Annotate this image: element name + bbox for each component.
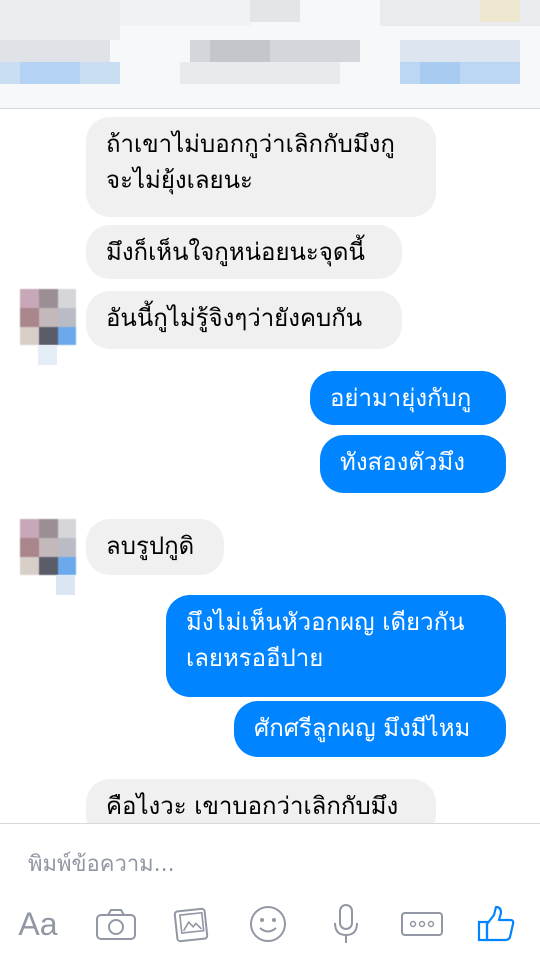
aa-label: Aa (18, 905, 58, 942)
emoji-button[interactable] (238, 896, 298, 952)
message-sent[interactable]: อย่ามายุ่งกับกู (310, 371, 506, 425)
message-sent[interactable]: ทังสองตัวมึง (320, 435, 506, 493)
composer-toolbar: Aa (0, 896, 540, 956)
microphone-icon (334, 904, 358, 943)
conversation-header-blurred (0, 0, 540, 109)
message-received[interactable]: ลบรูปกูดิ (86, 519, 224, 575)
avatar-pixel (56, 575, 75, 595)
message-received[interactable]: มึงก็เห็นใจกูหน่อยนะจุดนี้ (86, 225, 402, 279)
photo-button[interactable] (162, 896, 222, 952)
contact-avatar-blurred[interactable] (20, 519, 76, 575)
emoji-icon (250, 906, 286, 942)
thumbs-up-icon (477, 905, 515, 942)
microphone-button[interactable] (316, 896, 376, 952)
message-received[interactable]: อันนี้กูไม่รู้จิงๆว่ายังคบกัน (86, 291, 402, 349)
message-received[interactable]: คือไงวะ เขาบอกว่าเลิกกับมึง (86, 779, 436, 823)
contact-avatar-blurred[interactable] (20, 289, 76, 345)
aa-button[interactable]: Aa (8, 896, 68, 952)
more-icon (401, 912, 443, 936)
message-input[interactable]: พิมพ์ข้อความ... (28, 846, 175, 881)
avatar-pixel (38, 345, 57, 365)
message-list[interactable]: ถ้าเขาไม่บอกกูว่าเลิกกับมึงกู จะไม่ยุ้งเ… (0, 109, 540, 823)
message-received[interactable]: ถ้าเขาไม่บอกกูว่าเลิกกับมึงกู จะไม่ยุ้งเ… (86, 117, 436, 217)
like-button[interactable] (466, 896, 526, 952)
message-sent[interactable]: มึงไม่เห็นหัวอกผญ เดียวกัน เลยหรออีปาย (166, 595, 506, 697)
message-sent[interactable]: ศักศรีลูกผญ มึงมีไหม (234, 701, 506, 757)
camera-button[interactable] (86, 896, 146, 952)
message-composer: พิมพ์ข้อความ... Aa (0, 823, 540, 961)
camera-icon (96, 909, 136, 940)
more-button[interactable] (392, 896, 452, 952)
photo-icon (173, 907, 209, 943)
